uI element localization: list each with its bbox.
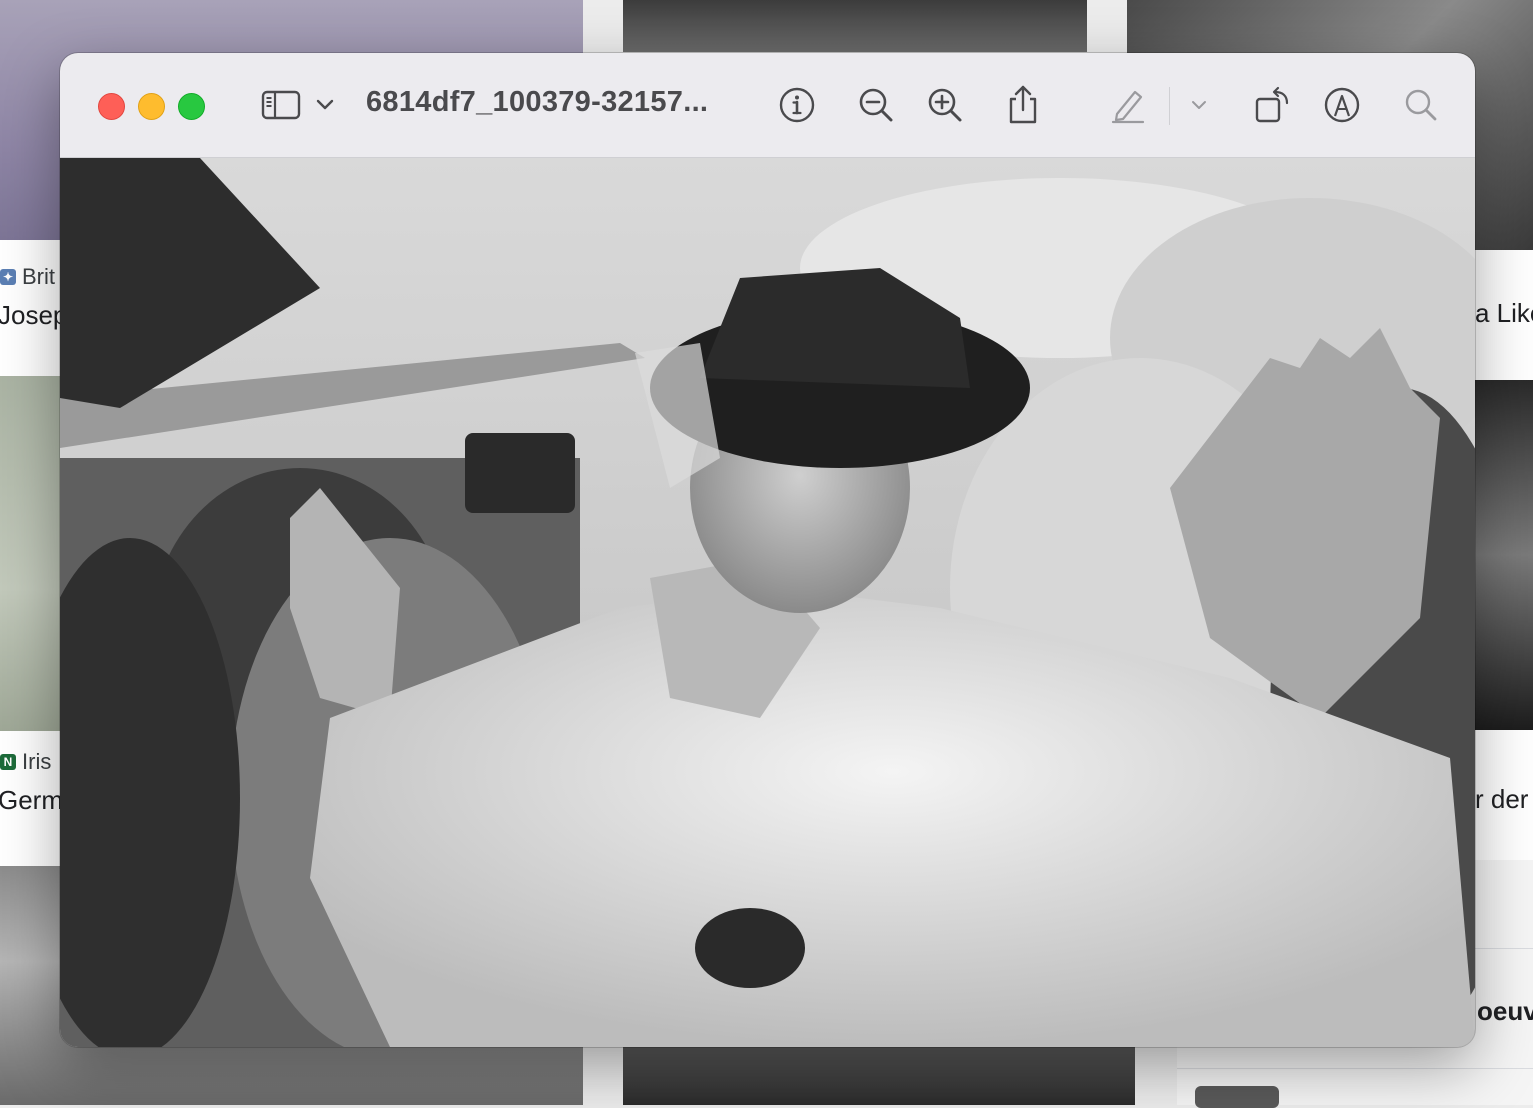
- result-image-tile[interactable]: [0, 376, 60, 731]
- result-title[interactable]: Josep: [0, 300, 67, 331]
- pencil-icon[interactable]: [1108, 83, 1148, 127]
- result-source-label: Brit: [22, 264, 55, 289]
- sidebar-icon[interactable]: [260, 83, 302, 127]
- source-favicon-icon: N: [0, 754, 16, 770]
- zoom-out-icon[interactable]: [856, 83, 896, 127]
- result-card-caption[interactable]: r der: [1475, 730, 1533, 860]
- result-card-caption[interactable]: ✦ Brit Josep: [0, 240, 67, 376]
- document-image: [60, 158, 1475, 1047]
- photograph: [60, 158, 1475, 1047]
- result-card-caption[interactable]: N Iris Germ: [0, 731, 63, 866]
- result-image-tile[interactable]: [623, 0, 1087, 52]
- result-title[interactable]: Germ: [0, 785, 63, 816]
- result-source: N Iris: [0, 749, 51, 775]
- search-icon[interactable]: [1401, 83, 1441, 127]
- result-card-caption[interactable]: a Like: [1475, 250, 1533, 380]
- info-icon[interactable]: [777, 83, 817, 127]
- rotate-icon[interactable]: [1252, 83, 1294, 127]
- window-toolbar: 6814df7_100379-32157...: [60, 53, 1475, 158]
- result-source: ✦ Brit: [0, 264, 55, 290]
- preview-window: 6814df7_100379-32157...: [60, 53, 1475, 1047]
- result-title[interactable]: r der: [1475, 784, 1528, 815]
- markup-icon[interactable]: [1322, 83, 1362, 127]
- source-favicon-icon: ✦: [0, 269, 16, 285]
- chevron-down-icon[interactable]: [1188, 83, 1210, 127]
- result-image-tile[interactable]: [623, 1047, 1135, 1105]
- close-button[interactable]: [98, 93, 125, 120]
- document-title: 6814df7_100379-32157...: [366, 86, 709, 118]
- toolbar-separator: [1169, 87, 1170, 125]
- zoom-in-icon[interactable]: [925, 83, 965, 127]
- result-title[interactable]: a Like: [1475, 298, 1533, 329]
- minimize-button[interactable]: [138, 93, 165, 120]
- divider: [1177, 1068, 1533, 1069]
- fullscreen-button[interactable]: [178, 93, 205, 120]
- share-icon[interactable]: [1003, 83, 1043, 127]
- result-source-label: Iris: [22, 749, 52, 774]
- result-image-tile[interactable]: [1475, 380, 1533, 730]
- related-title[interactable]: oeuv: [1477, 996, 1533, 1027]
- chevron-down-icon[interactable]: [314, 83, 336, 127]
